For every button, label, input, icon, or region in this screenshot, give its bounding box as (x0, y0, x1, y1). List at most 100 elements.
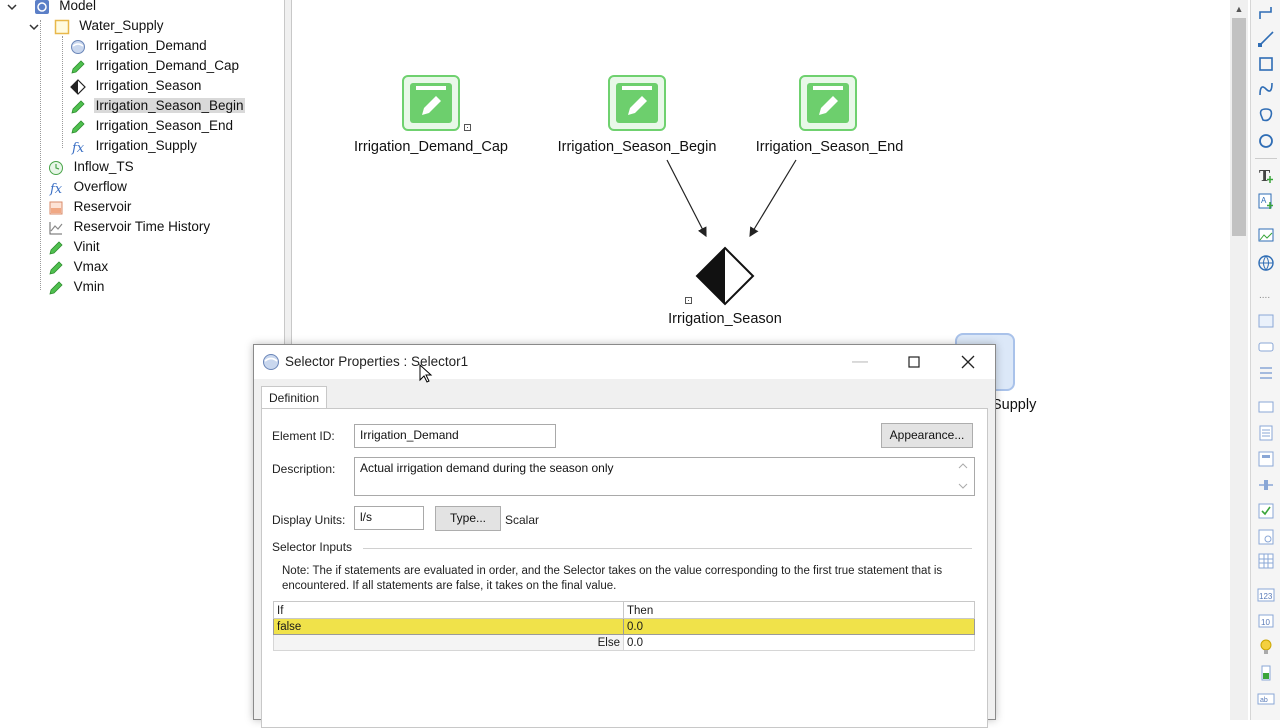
image-icon[interactable] (1257, 226, 1275, 244)
selector-table: If Then false 0.0 Else 0.0 (273, 601, 975, 657)
container-icon (54, 19, 70, 35)
definition-panel: Element ID: Irrigation_Demand Appearance… (261, 408, 988, 728)
tree-label: Irrigation_Demand_Cap (95, 58, 239, 73)
model-tree: Model Water_Supply Irrigation_Demand Irr… (0, 0, 284, 720)
description-field[interactable]: Actual irrigation demand during the seas… (354, 457, 975, 496)
dashboard-icon[interactable] (1257, 312, 1275, 330)
slider-icon[interactable] (1257, 476, 1275, 494)
then-cell[interactable]: 0.0 (624, 619, 975, 635)
tree-item-irrigation-supply[interactable]: fx Irrigation_Supply (70, 136, 199, 156)
tree-item-irrigation-season-end[interactable]: Irrigation_Season_End (70, 116, 235, 136)
tree-item-vmax[interactable]: Vmax (48, 257, 110, 277)
scrollbar-thumb[interactable] (1232, 18, 1246, 236)
reservoir-icon (48, 200, 64, 216)
connector-icon[interactable] (1257, 4, 1275, 22)
selector-properties-dialog: Selector Properties : Selector1 — Defini… (253, 344, 996, 728)
table-icon[interactable] (1257, 552, 1275, 570)
selector-inputs-heading: Selector Inputs (272, 540, 353, 554)
tree-label: Irrigation_Season_End (95, 118, 233, 133)
tree-label: Vmin (73, 279, 105, 294)
function-icon: fx (48, 180, 64, 197)
mouse-cursor-icon (419, 364, 433, 383)
display-icon[interactable]: 10 (1257, 612, 1275, 630)
tree-label: Irrigation_Supply (95, 138, 197, 153)
output-pin[interactable] (685, 297, 692, 304)
list-icon[interactable] (1257, 364, 1275, 382)
model-icon (34, 0, 50, 15)
element-id-label: Element ID: (272, 429, 335, 443)
section-divider (363, 548, 972, 549)
line-icon[interactable] (1257, 30, 1275, 48)
tree-label: Inflow_TS (73, 159, 134, 174)
if-cell[interactable]: false (273, 619, 624, 635)
tree-item-irrigation-season[interactable]: Irrigation_Season (70, 76, 203, 96)
toolbar-divider (1255, 158, 1277, 159)
checkbox-icon[interactable] (1257, 502, 1275, 520)
tree-item-water-supply[interactable]: Water_Supply (28, 16, 166, 36)
minimize-button[interactable]: — (837, 345, 883, 379)
node-irrigation-season[interactable] (695, 246, 757, 308)
tree-item-model[interactable]: Model (6, 0, 98, 16)
tree-item-irrigation-demand[interactable]: Irrigation_Demand (70, 36, 209, 56)
ellipse-icon[interactable] (1257, 132, 1275, 150)
svg-text:fx: fx (49, 182, 63, 196)
tree-item-reservoir-time-history[interactable]: Reservoir Time History (48, 217, 212, 237)
tree-item-irrigation-season-begin[interactable]: Irrigation_Season_Begin (70, 96, 246, 116)
data-pencil-icon (48, 280, 64, 296)
settings-panel-icon[interactable] (1257, 528, 1275, 546)
column-header-if: If (273, 601, 624, 619)
tree-item-vmin[interactable]: Vmin (48, 277, 106, 297)
chevron-down-icon[interactable] (6, 0, 18, 15)
panel-icon[interactable] (1257, 398, 1275, 416)
tree-label: Reservoir Time History (73, 219, 211, 234)
globe-icon[interactable] (1257, 254, 1275, 272)
tree-guide (62, 36, 63, 148)
tree-label: Vmax (73, 259, 109, 274)
note-icon[interactable]: A (1257, 192, 1275, 210)
selector-note: Note: The if statements are evaluated in… (282, 565, 943, 592)
tree-guide (40, 20, 41, 290)
link-arrow (666, 159, 707, 238)
else-value-cell[interactable]: 0.0 (624, 635, 975, 651)
gauge-icon[interactable] (1257, 664, 1275, 682)
dialog-titlebar[interactable]: Selector Properties : Selector1 — (254, 345, 995, 379)
data-pencil-icon (70, 99, 86, 115)
scroll-up-icon[interactable]: ▲ (1230, 0, 1248, 18)
tree-item-overflow[interactable]: fx Overflow (48, 177, 129, 197)
tree-item-vinit[interactable]: Vinit (48, 237, 102, 257)
number-icon[interactable]: 123 (1257, 586, 1275, 604)
button-icon[interactable] (1257, 338, 1275, 356)
tab-definition[interactable]: Definition (261, 386, 328, 409)
appearance-button[interactable]: Appearance... (881, 423, 973, 448)
tree-label: Water_Supply (79, 18, 164, 33)
lightbulb-icon[interactable] (1257, 638, 1275, 656)
type-button[interactable]: Type... (435, 506, 501, 531)
maximize-icon (908, 356, 920, 368)
curve-icon[interactable] (1257, 80, 1275, 98)
label-icon[interactable]: ab (1257, 690, 1275, 708)
maximize-button[interactable] (891, 345, 937, 379)
type-value: Scalar (505, 513, 540, 527)
toolbar-overflow: .... (1259, 290, 1271, 301)
description-scroll-arrows[interactable] (958, 461, 968, 491)
element-toolbar: T A .... 123 10 ab (1250, 0, 1280, 720)
tree-label: Model (59, 0, 97, 13)
blob-icon[interactable] (1257, 106, 1275, 124)
input-panel-icon[interactable] (1257, 450, 1275, 468)
chevron-down-icon[interactable] (28, 19, 40, 35)
tree-item-reservoir[interactable]: Reservoir (48, 197, 133, 217)
description-label: Description: (272, 462, 336, 476)
display-units-field[interactable]: l/s (354, 506, 424, 530)
data-pencil-icon (48, 240, 64, 256)
rectangle-icon[interactable] (1257, 55, 1275, 73)
tree-item-irrigation-demand-cap[interactable]: Irrigation_Demand_Cap (70, 56, 241, 76)
form-icon[interactable] (1257, 424, 1275, 442)
element-id-field[interactable]: Irrigation_Demand (354, 424, 556, 448)
diamond-icon (70, 78, 86, 95)
tree-label: Irrigation_Season (95, 78, 202, 93)
tree-item-inflow-ts[interactable]: Inflow_TS (48, 157, 136, 177)
close-button[interactable] (945, 345, 991, 379)
chart-line-icon (48, 220, 64, 236)
canvas-vertical-scrollbar[interactable]: ▲ (1230, 0, 1248, 720)
text-icon[interactable]: T (1257, 166, 1275, 184)
